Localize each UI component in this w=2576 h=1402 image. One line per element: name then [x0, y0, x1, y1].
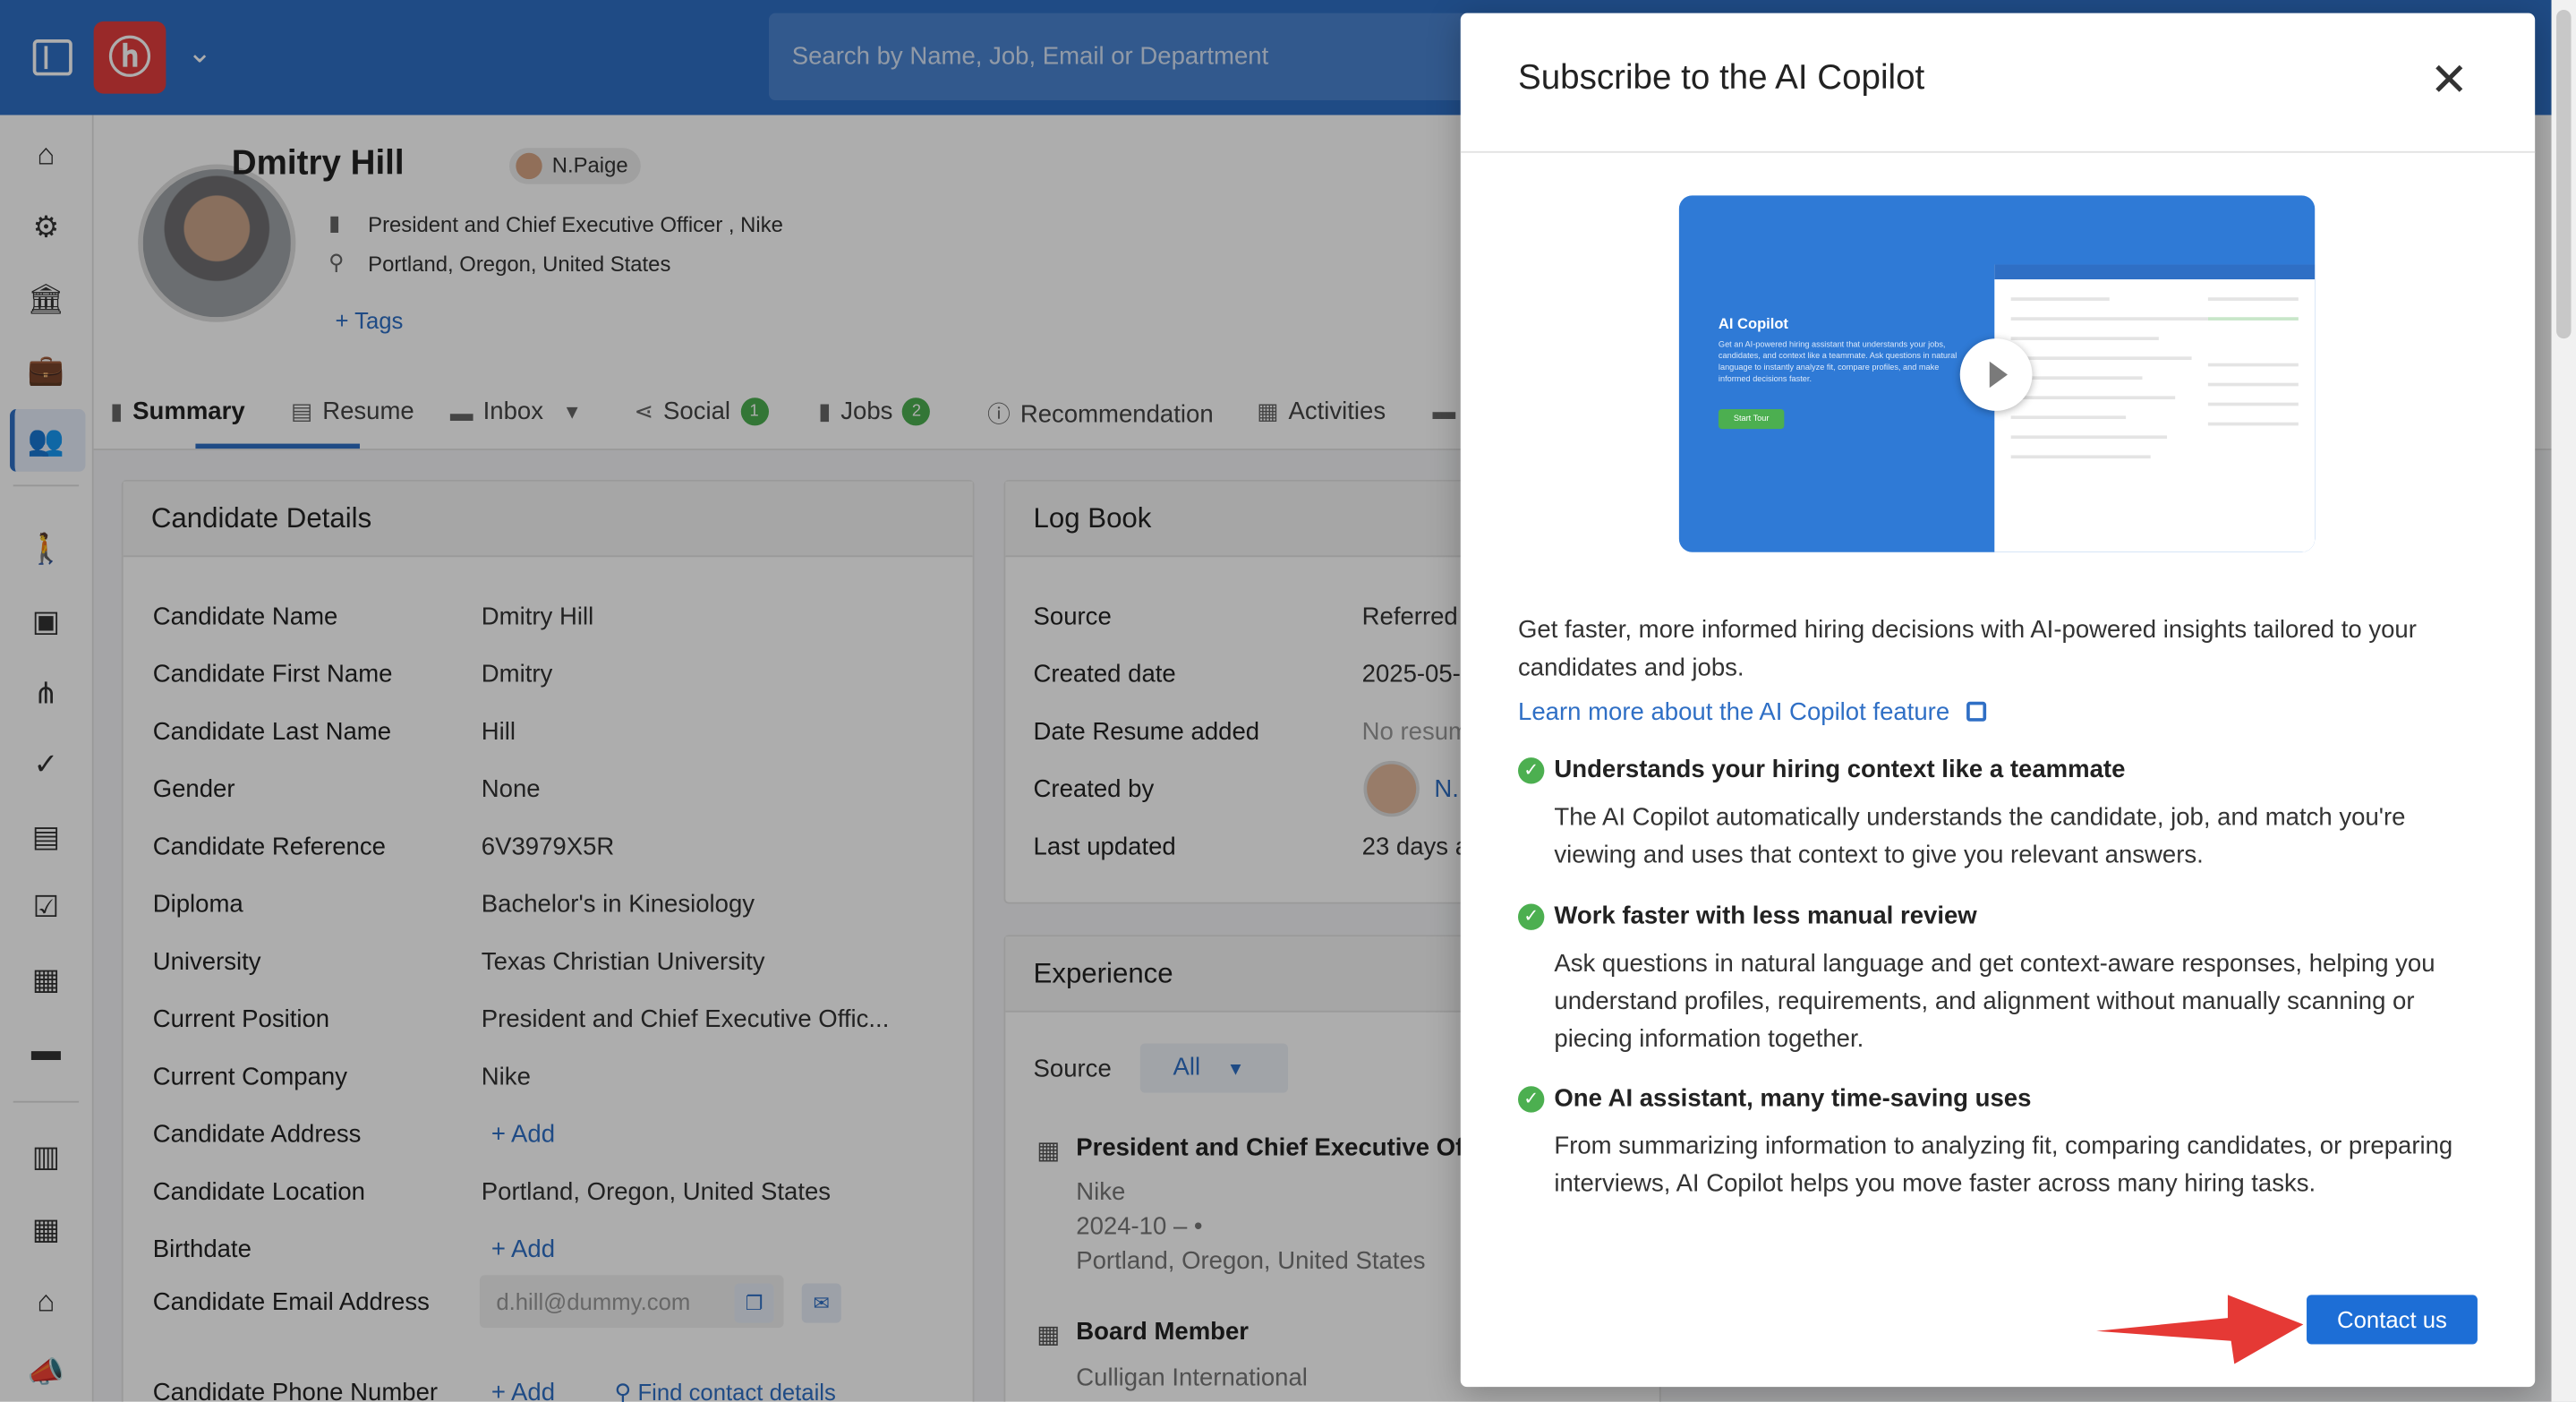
- video-screenshot: [1994, 264, 2316, 552]
- feature-title: One AI assistant, many time-saving uses: [1554, 1084, 2032, 1113]
- shot-line: [2010, 356, 2192, 360]
- shot-line: [2010, 297, 2110, 301]
- external-link-icon: [1966, 701, 1986, 722]
- shot-line: [2010, 396, 2176, 400]
- shot-line: [2207, 382, 2299, 387]
- subscribe-modal: Subscribe to the AI Copilot ✕ AI Copilot…: [1460, 13, 2536, 1388]
- feature-title: Work faster with less manual review: [1554, 902, 1977, 930]
- close-icon[interactable]: ✕: [2430, 55, 2469, 105]
- check-circle-icon: ✓: [1518, 757, 1545, 784]
- shot-line: [2207, 297, 2299, 301]
- play-icon[interactable]: [1959, 338, 2033, 411]
- feature-description: The AI Copilot automatically understands…: [1554, 803, 2406, 869]
- modal-title: Subscribe to the AI Copilot: [1518, 59, 1925, 98]
- modal-intro-text: Get faster, more informed hiring decisio…: [1518, 616, 2417, 682]
- shot-line: [2010, 415, 2127, 420]
- video-description: Get an AI-powered hiring assistant that …: [1718, 339, 1958, 385]
- annotation-arrow-icon: [2096, 1295, 2304, 1364]
- contact-us-button[interactable]: Contact us: [2307, 1295, 2478, 1345]
- video-title: AI Copilot: [1718, 315, 1788, 332]
- check-circle-icon: ✓: [1518, 903, 1545, 930]
- page-scrollbar[interactable]: [2551, 0, 2576, 1402]
- shot-line: [2010, 455, 2151, 459]
- feature-description: Ask questions in natural language and ge…: [1554, 949, 2435, 1054]
- check-circle-icon: ✓: [1518, 1086, 1545, 1113]
- video-shot-header: [1994, 264, 2316, 280]
- modal-divider: [1460, 150, 2536, 153]
- shot-line: [2207, 422, 2299, 426]
- shot-line: [2010, 435, 2168, 440]
- feature-description: From summarizing information to analyzin…: [1554, 1132, 2453, 1199]
- intro-video[interactable]: AI Copilot Get an AI-powered hiring assi…: [1678, 195, 2316, 552]
- learn-more-label: Learn more about the AI Copilot feature: [1518, 698, 1950, 727]
- shot-line: [2207, 363, 2299, 367]
- shot-line: [2207, 317, 2299, 321]
- shot-line: [2207, 402, 2299, 406]
- feature-title: Understands your hiring context like a t…: [1554, 756, 2126, 784]
- shot-line: [2010, 337, 2159, 340]
- scrollbar-thumb[interactable]: [2556, 10, 2572, 339]
- shot-line: [2010, 317, 2208, 321]
- learn-more-link[interactable]: Learn more about the AI Copilot feature: [1518, 698, 1986, 726]
- video-start-tour: Start Tour: [1718, 409, 1785, 430]
